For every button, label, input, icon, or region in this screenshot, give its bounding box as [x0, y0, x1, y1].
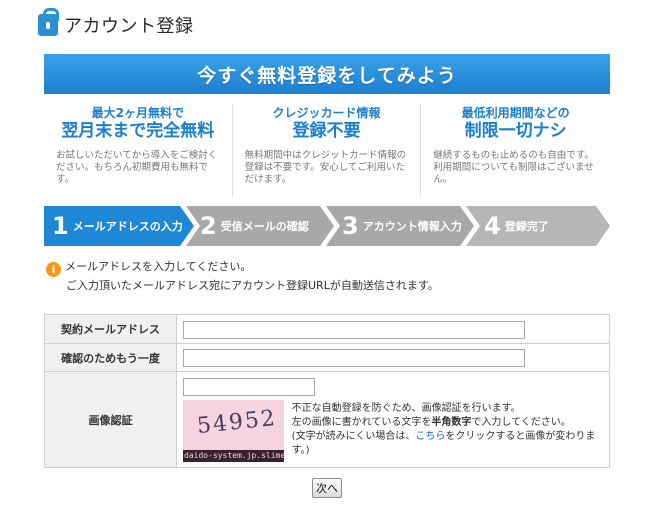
- step-label: 登録完了: [504, 220, 549, 233]
- page-header: アカウント登録: [38, 8, 194, 38]
- captcha-instructions: 不正な自動登録を防ぐため、画像認証を行います。 左の画像に書かれている文字を半角…: [292, 402, 603, 462]
- captcha-note-2-text: 左の画像に書かれている文字を: [291, 417, 432, 429]
- confirm-email-field[interactable]: [183, 349, 525, 368]
- progress-steps: 1 メールアドレスの入力 2 受信メールの確認 3 アカウント情報入力 4 登録…: [44, 206, 610, 246]
- confirm-email-cell: [176, 343, 610, 372]
- form-row-captcha: 画像認証 54952 daido-system.jp.slime 不正な自動登録…: [44, 371, 610, 468]
- captcha-label: 画像認証: [44, 371, 177, 468]
- notice-line-1: メールアドレスを入力してください。: [65, 260, 252, 273]
- step-number: 4: [484, 212, 501, 240]
- captcha-area: 54952 daido-system.jp.slime 不正な自動登録を防ぐため…: [183, 400, 603, 463]
- captcha-note-2: 左の画像に書かれている文字を半角数字で入力してください。: [292, 416, 603, 430]
- confirm-email-label: 確認のためもう一度: [44, 343, 177, 372]
- captcha-input[interactable]: [183, 378, 315, 397]
- email-field[interactable]: [183, 320, 525, 339]
- feature-no-credit-card: クレジッカード情報 登録不要 無料期間中はクレジットカード情報の登録は不要です。…: [233, 104, 422, 196]
- captcha-image: 54952 daido-system.jp.slime: [183, 400, 284, 463]
- step-label: 受信メールの確認: [220, 220, 309, 233]
- step-3: 3 アカウント情報入力: [342, 206, 462, 246]
- email-cell: [176, 314, 610, 344]
- captcha-note-2-bold: 半角数字: [431, 417, 472, 429]
- captcha-note-1: 不正な自動登録を防ぐため、画像認証を行います。: [291, 403, 521, 415]
- notice-line-2: ご入力頂いたメールアドレス宛にアカウント登録URLが自動送信されます。: [66, 279, 439, 292]
- refresh-captcha-link[interactable]: こちら: [415, 431, 445, 442]
- form-row-email: 契約メールアドレス: [44, 314, 610, 344]
- captcha-note-2-tail: で入力してください。: [471, 417, 571, 429]
- step-2: 2 受信メールの確認: [200, 206, 309, 246]
- form-row-confirm: 確認のためもう一度: [44, 343, 610, 372]
- banner-text: 今すぐ無料登録をしてみよう: [197, 64, 457, 87]
- feature-no-restrictions: 最低利用期間などの 制限一切ナシ 継続するものも止めるのも自由です。利用期間につ…: [421, 104, 610, 196]
- page-title: アカウント登録: [64, 16, 194, 37]
- feature-list: 最大2ヶ月無料で 翌月末まで完全無料 お試しいただいてから導入をご検討ください。…: [44, 104, 610, 196]
- email-label: 契約メールアドレス: [44, 314, 177, 344]
- feature-subtitle: 最低利用期間などの: [461, 106, 570, 120]
- captcha-source: daido-system.jp.slime: [183, 450, 284, 463]
- feature-title: 制限一切ナシ: [464, 121, 567, 141]
- step-number: 3: [342, 212, 359, 240]
- feature-description: 無料期間中はクレジットカード情報の登録は不要です。安心してご利用いただけます。: [244, 150, 407, 185]
- feature-title: 翌月末まで完全無料: [61, 121, 215, 141]
- step-label: メールアドレスの入力: [72, 220, 183, 233]
- feature-subtitle: クレジッカード情報: [272, 106, 381, 120]
- feature-title: 登録不要: [292, 121, 361, 141]
- instruction-notice: i メールアドレスを入力してください。 ご入力頂いたメールアドレス宛にアカウント登…: [46, 258, 439, 294]
- feature-subtitle: 最大2ヶ月無料で: [91, 106, 184, 120]
- captcha-cell: 54952 daido-system.jp.slime 不正な自動登録を防ぐため…: [176, 371, 610, 468]
- step-number: 1: [52, 212, 69, 240]
- lock-icon: [38, 8, 59, 36]
- step-number: 2: [200, 212, 217, 240]
- promo-banner: 今すぐ無料登録をしてみよう: [44, 54, 610, 94]
- registration-form: 契約メールアドレス 確認のためもう一度 画像認証 54952 daido-sys…: [44, 314, 610, 468]
- step-1: 1 メールアドレスの入力: [52, 206, 183, 246]
- captcha-note-3-text: (文字が読みにくい場合は、: [291, 431, 416, 443]
- captcha-code: 54952: [195, 406, 279, 440]
- feature-free-trial: 最大2ヶ月無料で 翌月末まで完全無料 お試しいただいてから導入をご検討ください。…: [44, 104, 233, 196]
- step-4: 4 登録完了: [484, 206, 549, 246]
- feature-description: お試しいただいてから導入をご検討ください。もちろん初期費用も無料です。: [56, 150, 218, 185]
- captcha-note-3: (文字が読みにくい場合は、こちらをクリックすると画像が変わります。): [292, 430, 603, 458]
- info-icon: i: [46, 262, 61, 277]
- next-button[interactable]: 次へ: [312, 478, 342, 498]
- feature-description: 継続するものも止めるのも自由です。利用期間についても制限はございません。: [433, 150, 594, 185]
- step-label: アカウント情報入力: [362, 220, 462, 233]
